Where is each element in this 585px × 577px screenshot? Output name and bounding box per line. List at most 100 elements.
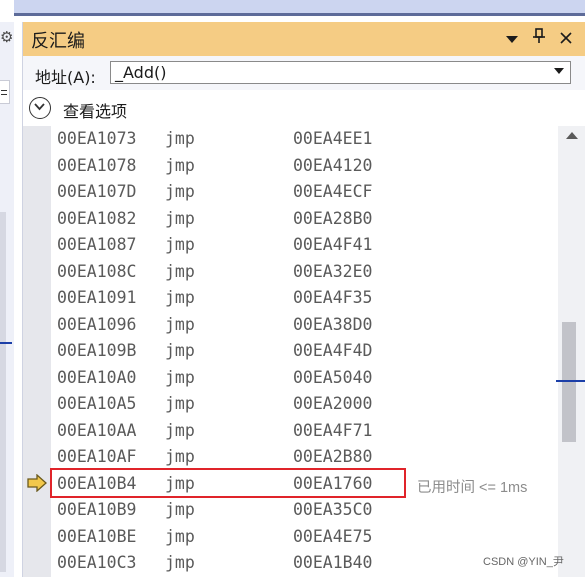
window-menu-dropdown-button[interactable]: [501, 28, 523, 50]
instruction-row[interactable]: 00EA1091 jmp 00EA4F35: [57, 285, 557, 312]
instruction-mnemonic: jmp: [165, 341, 195, 360]
address-value[interactable]: _Add(): [115, 63, 166, 82]
instruction-list: 00EA1073 jmp 00EA4EE1 00EA1078 jmp 00EA4120 00…: [57, 126, 557, 577]
instruction-row[interactable]: 00EA109B jmp 00EA4F4D: [57, 338, 557, 365]
instruction-row[interactable]: 00EA1073 jmp 00EA4EE1: [57, 126, 557, 153]
address-bar: 地址(A): _Add(): [23, 56, 585, 90]
ide-tab-band-line: [14, 13, 585, 16]
instruction-mnemonic: jmp: [165, 182, 195, 201]
chevron-up-icon: [566, 132, 578, 139]
chevron-down-icon: [34, 103, 45, 111]
instruction-row[interactable]: 00EA1087 jmp 00EA4F41: [57, 232, 557, 259]
view-options-label[interactable]: 查看选项: [63, 98, 127, 122]
indicator-margin[interactable]: [23, 126, 51, 577]
instruction-address: 00EA1096: [57, 314, 137, 334]
instruction-address: 00EA10B9: [57, 500, 137, 519]
close-button[interactable]: [555, 28, 577, 50]
chevron-down-icon: [506, 36, 518, 43]
left-editor-edge: [0, 212, 6, 572]
instruction-operand: 00EA4F41: [293, 235, 373, 254]
left-editor-marker: [0, 342, 12, 344]
instruction-row[interactable]: 00EA108C jmp 00EA32E0: [57, 259, 557, 286]
instruction-address: 00EA10A0: [57, 367, 137, 387]
instruction-operand: 00EA4F4D: [293, 341, 373, 360]
instruction-address: 00EA10A5: [57, 394, 137, 413]
instruction-mnemonic: jmp: [165, 526, 195, 546]
scrollbar-thumb[interactable]: [562, 322, 576, 442]
window-title: 反汇编: [31, 31, 85, 52]
instruction-row[interactable]: 00EA10AA jmp 00EA4F71: [57, 418, 557, 445]
instruction-mnemonic: jmp: [165, 235, 195, 254]
ide-tab-band: [14, 0, 585, 14]
chevron-down-icon: [554, 68, 564, 74]
instruction-row[interactable]: 00EA10AF jmp 00EA2B80: [57, 444, 557, 471]
instruction-mnemonic: jmp: [165, 420, 195, 440]
instruction-operand: 00EA38D0: [293, 314, 373, 334]
vertical-scrollbar[interactable]: [556, 126, 585, 577]
instruction-row[interactable]: 00EA10A5 jmp 00EA2000: [57, 391, 557, 418]
instruction-mnemonic: jmp: [165, 129, 195, 148]
scrollbar-position-marker: [556, 380, 585, 382]
instruction-operand: 00EA4ECF: [293, 182, 373, 201]
instruction-mnemonic: jmp: [165, 314, 195, 334]
instruction-operand: 00EA4E75: [293, 526, 373, 546]
address-dropdown-arrow[interactable]: [554, 64, 564, 78]
instruction-mnemonic: jmp: [165, 155, 195, 175]
instruction-operand: 00EA4120: [293, 155, 373, 175]
instruction-operand: 00EA1B40: [293, 553, 373, 572]
disassembly-title-bar: 反汇编: [23, 22, 585, 56]
instruction-address: 00EA1073: [57, 129, 137, 148]
elapsed-time-hint: 已用时间 <= 1ms: [417, 479, 528, 496]
instruction-operand: 00EA4EE1: [293, 129, 373, 148]
scroll-up-button[interactable]: [566, 128, 578, 142]
instruction-mnemonic: jmp: [165, 500, 195, 519]
instruction-address: 00EA10BE: [57, 526, 137, 546]
instruction-mnemonic: jmp: [165, 208, 195, 228]
instruction-address: 00EA1078: [57, 155, 137, 175]
instruction-address: 00EA10AF: [57, 447, 137, 466]
instruction-mnemonic: jmp: [165, 261, 195, 281]
watermark: CSDN @YIN_尹: [483, 556, 564, 568]
ide-top-strip: [0, 0, 585, 22]
address-label: 地址(A):: [35, 68, 96, 87]
disassembly-window: 反汇编 地址(A): _Add() 查看选项 00EA1073 jmp 00EA…: [22, 22, 585, 577]
left-panel-edge: ⚙: [0, 22, 14, 577]
instruction-operand: 00EA5040: [293, 367, 373, 387]
instruction-address: 00EA107D: [57, 182, 137, 201]
instruction-mnemonic: jmp: [165, 367, 195, 387]
expand-options-button[interactable]: [29, 97, 51, 119]
current-instruction-arrow-icon: [27, 474, 47, 492]
instruction-operand: 00EA32E0: [293, 261, 373, 281]
instruction-row[interactable]: 00EA1078 jmp 00EA4120: [57, 153, 557, 180]
pin-button[interactable]: [528, 28, 550, 50]
instruction-row[interactable]: 00EA10BE jmp 00EA4E75: [57, 524, 557, 551]
instruction-address: 00EA1087: [57, 235, 137, 254]
pin-icon: [533, 28, 545, 43]
gear-icon[interactable]: ⚙: [0, 26, 14, 48]
instruction-row[interactable]: 00EA1082 jmp 00EA28B0: [57, 206, 557, 233]
instruction-address: 00EA1091: [57, 288, 137, 307]
instruction-address: 00EA108C: [57, 261, 137, 281]
instruction-operand: 00EA4F71: [293, 420, 373, 440]
instruction-operand: 00EA28B0: [293, 208, 373, 228]
instruction-row[interactable]: 00EA10B9 jmp 00EA35C0: [57, 497, 557, 524]
collapsed-panel-tab[interactable]: [0, 80, 10, 104]
instruction-mnemonic: jmp: [165, 553, 195, 572]
instruction-operand: 00EA4F35: [293, 288, 373, 307]
close-icon: [560, 32, 572, 44]
instruction-row[interactable]: 00EA107D jmp 00EA4ECF: [57, 179, 557, 206]
address-combobox[interactable]: _Add(): [110, 61, 571, 84]
instruction-address: 00EA1082: [57, 208, 137, 228]
instruction-row[interactable]: 00EA10A0 jmp 00EA5040: [57, 365, 557, 392]
view-options-bar: 查看选项: [23, 90, 585, 124]
instruction-row[interactable]: 00EA10C3 jmp 00EA1B40: [57, 550, 557, 577]
instruction-address: 00EA10AA: [57, 420, 137, 440]
instruction-mnemonic: jmp: [165, 394, 195, 413]
disassembly-code-area[interactable]: 00EA1073 jmp 00EA4EE1 00EA1078 jmp 00EA4120 00…: [23, 126, 558, 577]
instruction-mnemonic: jmp: [165, 447, 195, 466]
instruction-operand: 00EA2B80: [293, 447, 373, 466]
instruction-mnemonic: jmp: [165, 288, 195, 307]
current-line-highlight-box: [50, 468, 406, 498]
instruction-operand: 00EA2000: [293, 394, 373, 413]
instruction-row[interactable]: 00EA1096 jmp 00EA38D0: [57, 312, 557, 339]
